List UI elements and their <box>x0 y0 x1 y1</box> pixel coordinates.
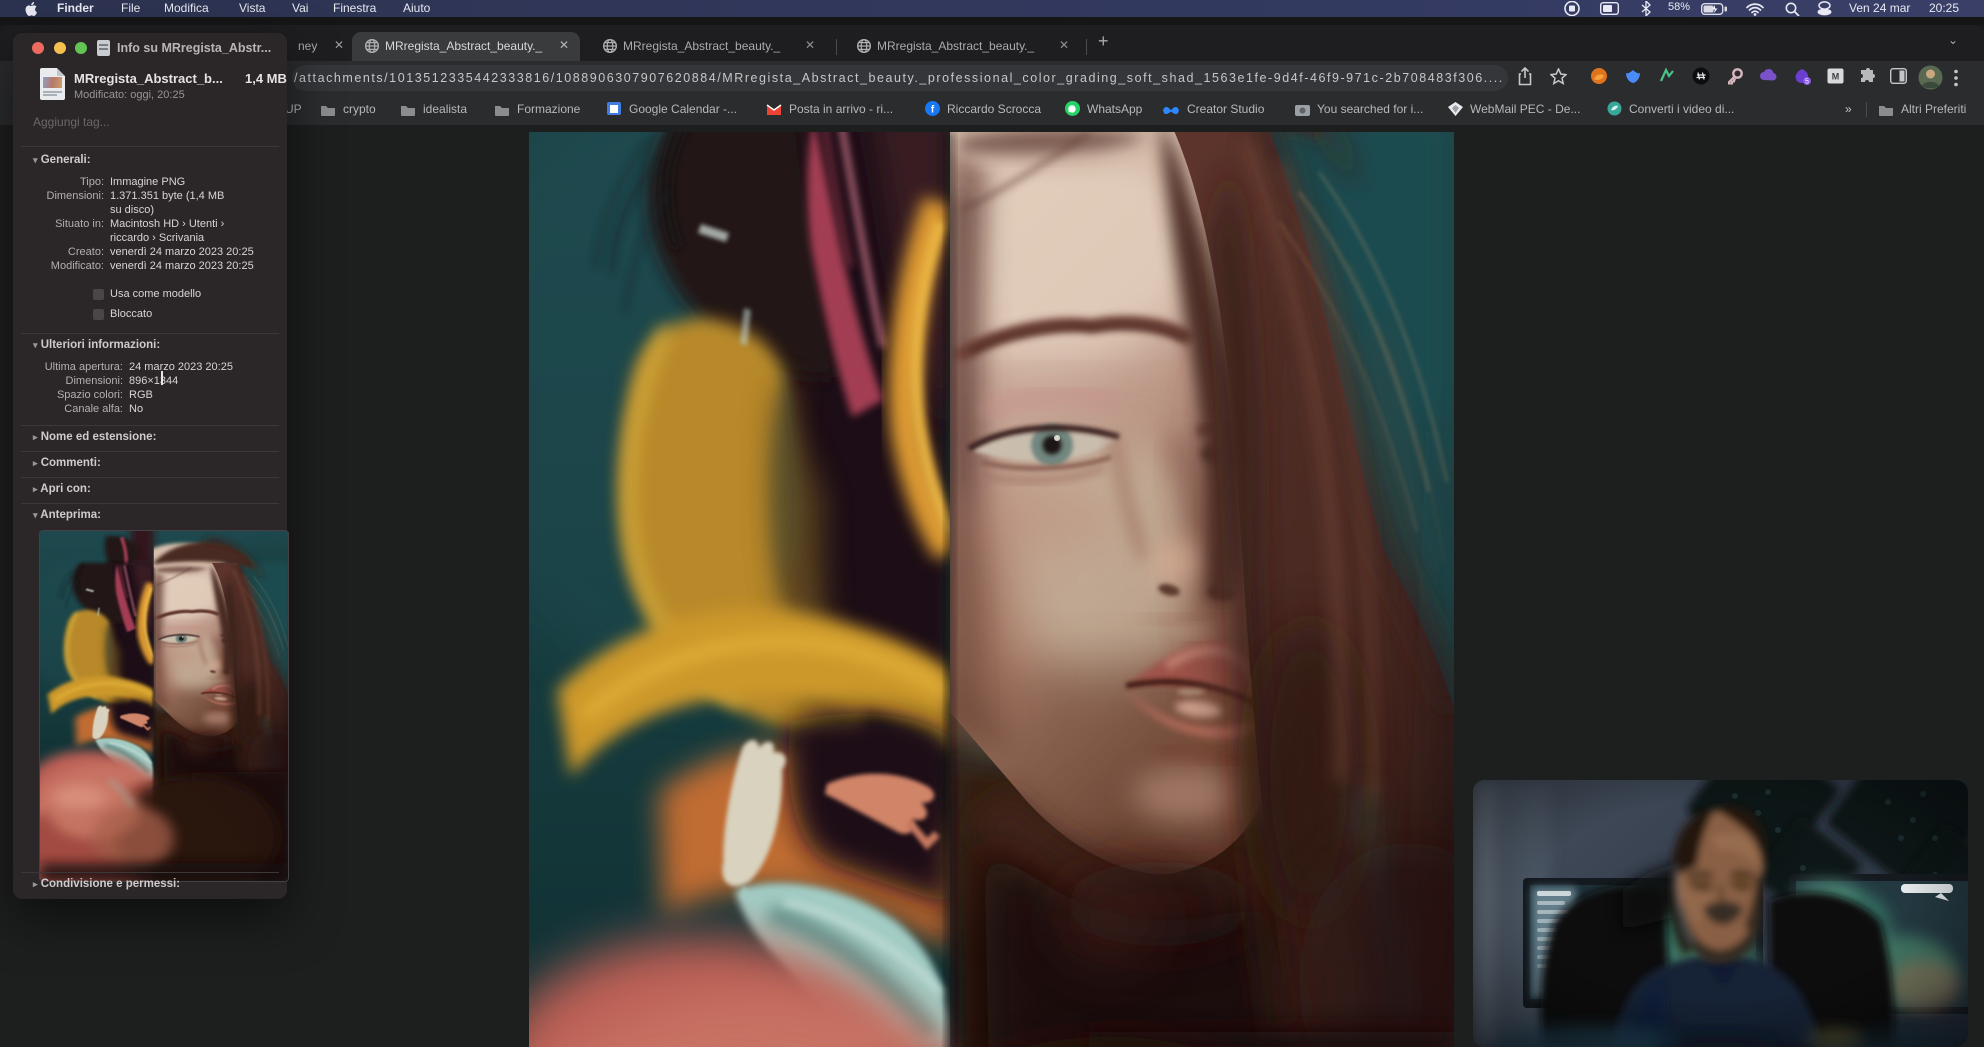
svg-text:5: 5 <box>1805 79 1809 86</box>
svg-text:M: M <box>1832 72 1840 82</box>
